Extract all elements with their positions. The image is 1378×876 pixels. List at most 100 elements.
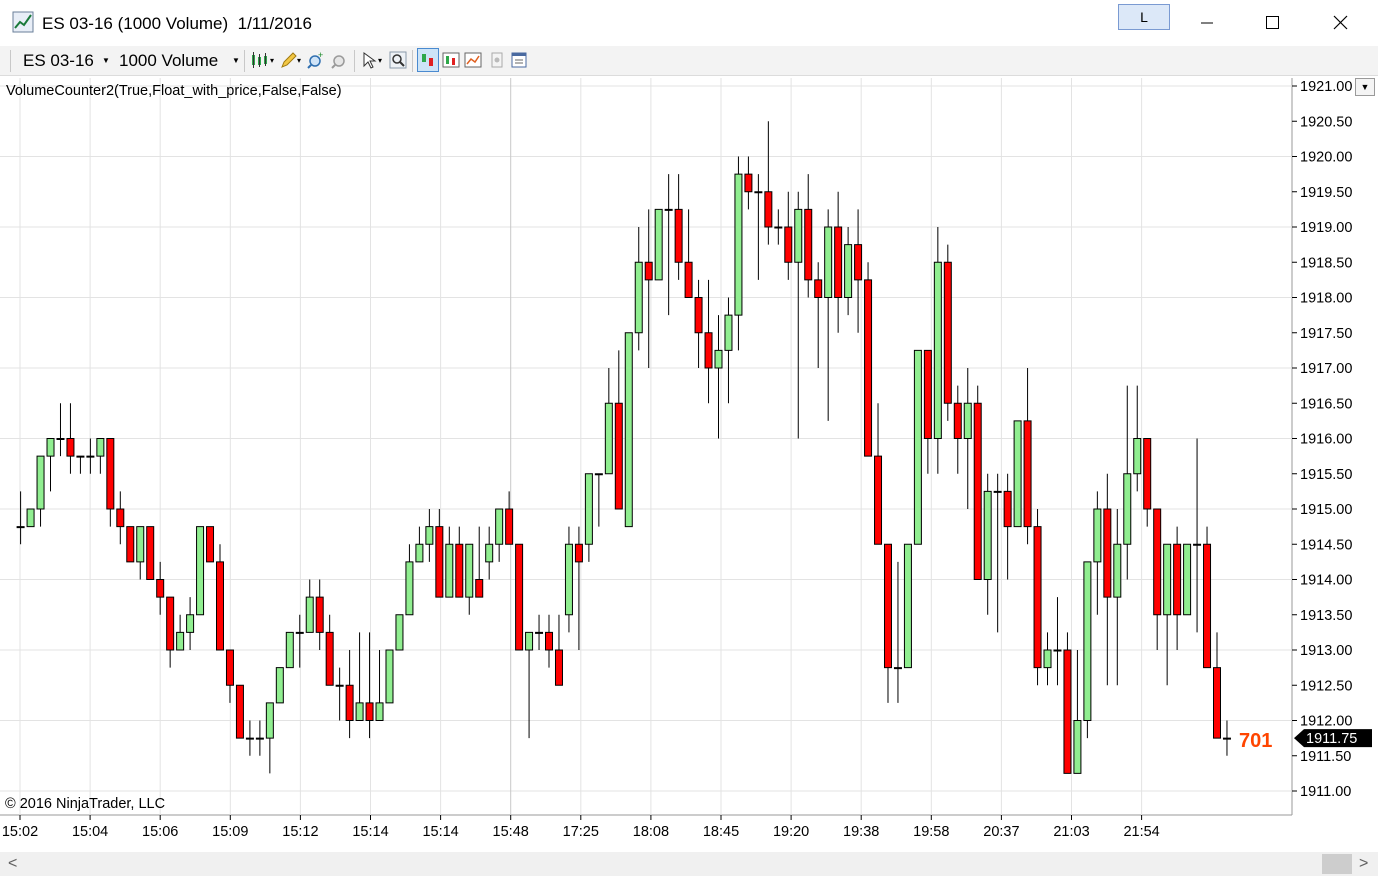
y-tick-label: 1914.00 [1300,573,1352,589]
period-dropdown[interactable]: 1000 Volume [119,51,218,71]
y-tick-label: 1920.50 [1300,114,1352,130]
strategies-icon[interactable] [441,50,461,70]
candle-down [644,261,653,281]
candle-down [704,332,713,369]
candle-up [634,261,643,334]
candle-down [834,226,843,298]
window-title: ES 03-16 (1000 Volume) 1/11/2016 [42,14,312,33]
candle-up [76,455,85,458]
candle-down [554,649,563,686]
candle-up [893,667,902,670]
horizontal-scrollbar[interactable]: < > [0,852,1378,876]
price-chart[interactable]: 1921.00 1920.50 1920.00 1919.50 1919.00 1918.… [0,76,1378,852]
candle-up [26,508,35,528]
y-tick-label: 1911.00 [1300,784,1351,800]
magnifier-icon[interactable] [388,50,408,70]
y-tick-label: 1919.00 [1300,220,1352,236]
y-tick-label: 1918.50 [1300,255,1352,271]
zoom-in-icon[interactable]: + [306,50,326,70]
candle-up [245,737,254,740]
candle-up [196,526,205,616]
candle-up [485,543,494,563]
x-tick-label: 15:04 [72,824,108,840]
maximize-icon[interactable] [1252,6,1292,38]
x-tick-label: 19:58 [913,824,949,840]
y-tick-label: 1912.50 [1300,678,1352,694]
candle-down [435,526,444,598]
candle-up [36,455,45,510]
y-tick-label: 1915.50 [1300,467,1352,483]
data-box-icon[interactable] [487,50,507,70]
chevron-down-icon[interactable]: ▾ [297,56,301,65]
x-tick-label: 19:38 [843,824,879,840]
x-tick-label: 15:02 [2,824,38,840]
candle-down [814,279,823,298]
close-icon[interactable] [1320,6,1360,38]
candle-down [953,402,962,439]
candle-down [1003,490,1012,528]
cursor-icon[interactable] [360,50,380,70]
candle-up [993,490,1002,493]
candle-up [445,543,454,598]
scroll-left-icon[interactable]: < [8,855,17,873]
candle-down [126,526,135,563]
chevron-down-icon[interactable]: ▼ [102,56,110,65]
candle-up [385,649,394,704]
chevron-down-icon[interactable]: ▾ [378,56,382,65]
candle-down [1023,420,1032,528]
candle-up [136,526,145,563]
candle-down [684,261,693,298]
candle-up [933,261,942,439]
candle-down [1033,526,1042,669]
candle-down [475,579,484,598]
candle-up [465,543,474,598]
chevron-down-icon[interactable]: ▾ [270,56,274,65]
scrollbar-thumb[interactable] [1322,854,1352,874]
candle-down [106,438,115,510]
candle-up [355,702,364,721]
candle-up [56,438,65,440]
candle-down [345,684,354,721]
candlestick-series [16,121,1231,774]
candle-down [1173,543,1182,616]
candle-up [754,191,763,194]
minimize-icon[interactable] [1187,6,1227,38]
toolbar-separator [244,50,245,72]
y-tick-label: 1917.50 [1300,326,1352,342]
candle-up [724,314,733,351]
candle-down [1213,667,1221,739]
zoom-out-icon[interactable] [330,50,350,70]
candle-up [295,631,304,634]
bar-style-icon[interactable] [250,50,270,70]
price-axis[interactable]: 1921.00 1920.50 1920.00 1919.50 1919.00 1918.… [1292,79,1352,800]
x-tick-label: 15:14 [422,824,458,840]
y-tick-label: 1915.00 [1300,502,1352,518]
candle-up [1043,649,1052,669]
drawing-tool-icon[interactable] [279,50,299,70]
indicators-icon[interactable] [463,50,483,70]
layout-button[interactable]: L [1118,4,1170,30]
candle-up [265,702,274,739]
candle-down [864,279,873,457]
candle-up [275,667,284,704]
chevron-down-icon[interactable]: ▼ [232,56,240,65]
instrument-dropdown[interactable]: ES 03-16 [23,51,94,71]
candle-up [1163,543,1172,616]
scale-dropdown-button[interactable]: ▼ [1355,78,1375,96]
candle-up [983,490,992,580]
candle-up [16,526,25,529]
candle-down [235,684,244,739]
scroll-right-icon[interactable]: > [1359,855,1368,873]
x-tick-label: 18:08 [633,824,669,840]
candle-up [1083,561,1092,721]
candle-up [525,631,534,651]
properties-icon[interactable] [509,50,529,70]
volume-counter-text: 701 [1239,730,1272,752]
candle-up [794,208,803,263]
y-tick-label: 1919.50 [1300,185,1352,201]
chart-trader-icon[interactable] [417,48,439,72]
time-axis[interactable]: 15:02 15:04 15:06 15:09 15:12 15:14 15:14 15:48… [2,815,1160,840]
candle-down [455,543,464,598]
candle-up [1183,543,1192,616]
toolbar-separator [10,50,11,72]
